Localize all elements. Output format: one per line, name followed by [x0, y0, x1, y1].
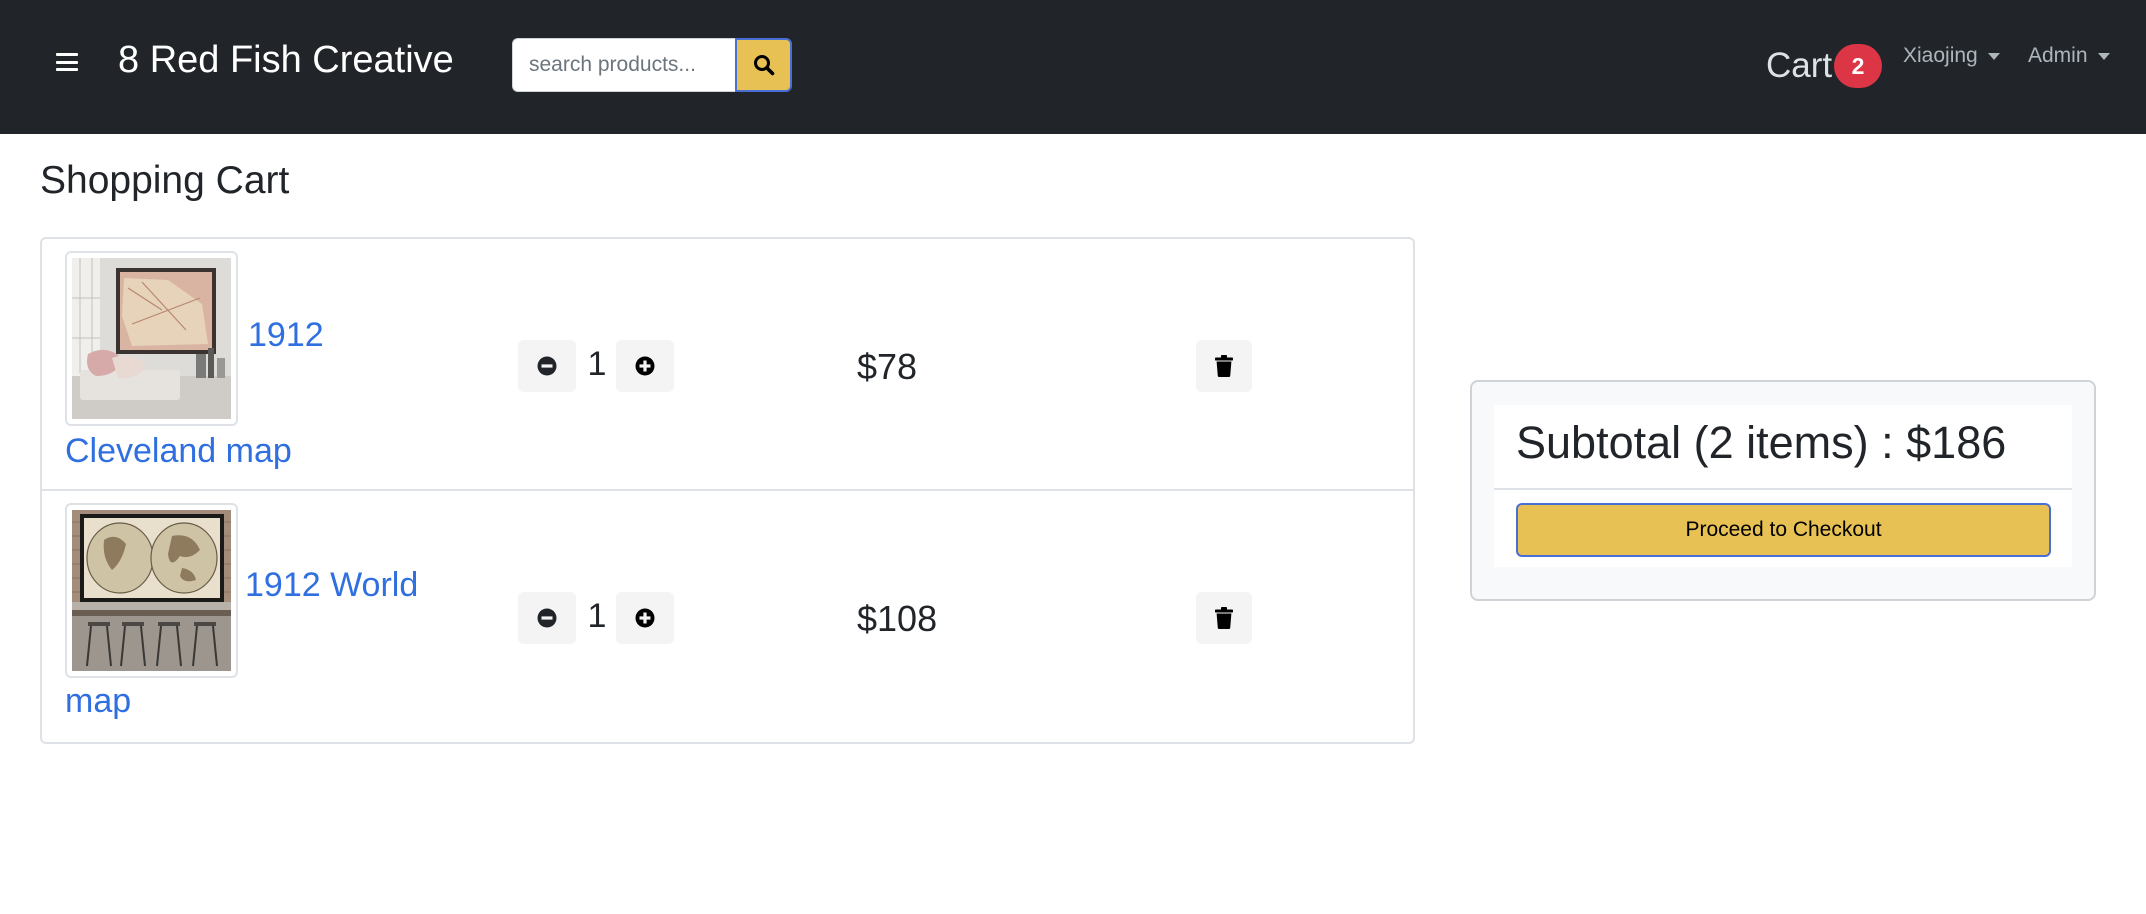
order-summary-card: Subtotal (2 items) : $186 Proceed to Che…	[1470, 380, 2096, 601]
cart-item: 1912 World map 1 $108	[42, 491, 1413, 743]
cart-item: 1912 Cleveland map 1 $78	[42, 239, 1413, 491]
cart-count-badge[interactable]: 2	[1834, 44, 1882, 88]
plus-circle-icon	[635, 356, 655, 376]
chevron-down-icon	[1987, 52, 2000, 60]
product-name-link[interactable]: 1912 World	[245, 563, 418, 607]
remove-item-button[interactable]	[1196, 340, 1252, 392]
brand-link[interactable]: 8 Red Fish Creative	[118, 36, 454, 84]
framed-world-map-photo	[72, 510, 231, 671]
subtotal-text: Subtotal (2 items) : $186	[1516, 417, 2007, 468]
minus-circle-icon	[537, 608, 557, 628]
page-title: Shopping Cart	[40, 159, 290, 202]
user-dropdown-label: Xiaojing	[1903, 44, 1978, 67]
item-price: $78	[857, 346, 918, 387]
product-name-link[interactable]: 1912	[248, 313, 324, 357]
order-summary-list: Subtotal (2 items) : $186 Proceed to Che…	[1494, 405, 2072, 567]
product-thumbnail[interactable]	[65, 503, 238, 678]
search-button[interactable]	[735, 38, 792, 92]
chevron-down-icon	[2097, 52, 2110, 60]
product-name-link[interactable]: map	[65, 679, 131, 723]
search-form	[512, 38, 792, 92]
trash-icon	[1215, 607, 1233, 629]
trash-icon	[1215, 355, 1233, 377]
product-thumbnail[interactable]	[65, 251, 238, 426]
item-price: $108	[857, 598, 938, 639]
user-dropdown[interactable]: Xiaojing	[1903, 42, 2000, 70]
admin-dropdown-label: Admin	[2028, 44, 2088, 67]
minus-circle-icon	[537, 356, 557, 376]
proceed-to-checkout-button[interactable]: Proceed to Checkout	[1516, 503, 2051, 557]
divider	[1494, 488, 2072, 490]
increase-quantity-button[interactable]	[616, 340, 674, 392]
hamburger-icon[interactable]	[56, 53, 78, 71]
framed-cleveland-map-photo	[72, 258, 231, 419]
cart-item-list: 1912 Cleveland map 1 $78 1912 World map …	[40, 237, 1415, 744]
remove-item-button[interactable]	[1196, 592, 1252, 644]
search-icon	[753, 55, 774, 76]
search-input[interactable]	[512, 38, 735, 92]
decrease-quantity-button[interactable]	[518, 592, 576, 644]
decrease-quantity-button[interactable]	[518, 340, 576, 392]
increase-quantity-button[interactable]	[616, 592, 674, 644]
plus-circle-icon	[635, 608, 655, 628]
admin-dropdown[interactable]: Admin	[2028, 42, 2110, 70]
product-name-link[interactable]: Cleveland map	[65, 429, 292, 473]
navbar: 8 Red Fish Creative Cart 2 Xiaojing Admi…	[0, 0, 2146, 134]
quantity-value: 1	[587, 345, 607, 383]
cart-link[interactable]: Cart	[1766, 42, 1832, 90]
quantity-value: 1	[587, 597, 607, 635]
